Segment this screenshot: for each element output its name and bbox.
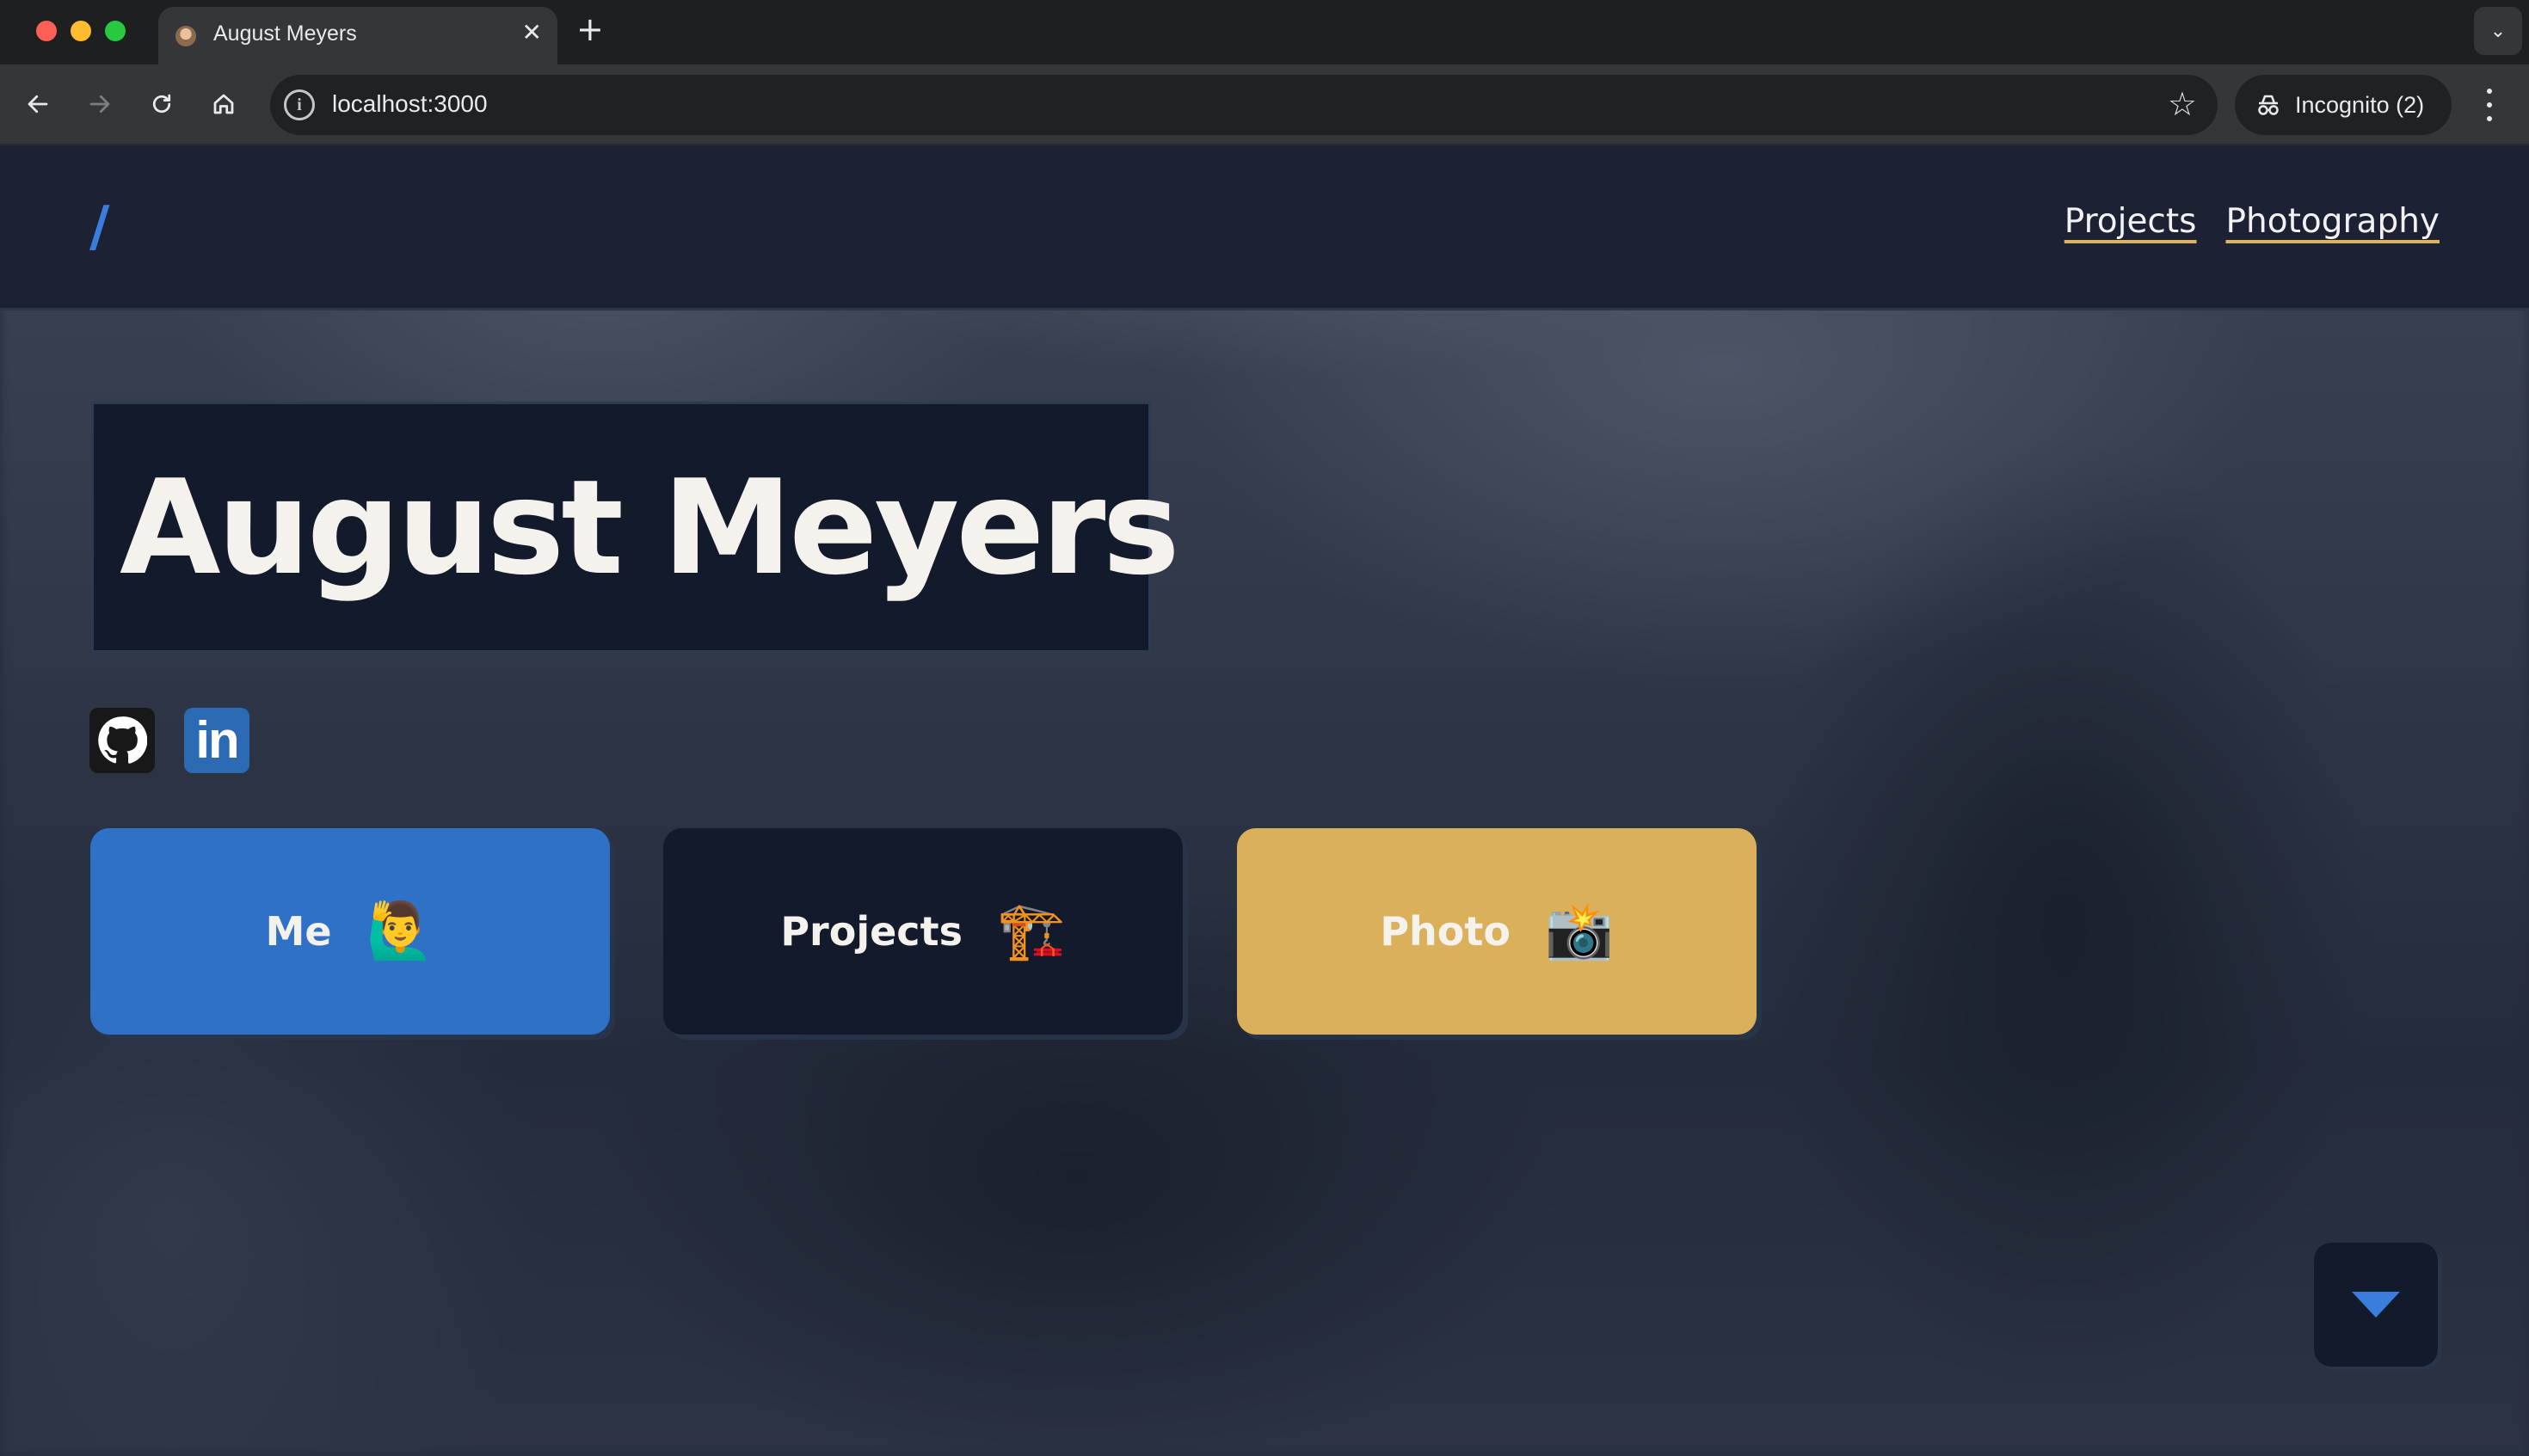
window-close-button[interactable] <box>36 21 57 41</box>
tab-close-icon[interactable]: ✕ <box>522 19 542 46</box>
camera-flash-emoji: 📸 <box>1544 900 1614 963</box>
site-nav: Projects Photography <box>2064 202 2440 241</box>
tab-search-button[interactable]: ⌄ <box>2474 7 2522 55</box>
site-header: / Projects Photography <box>0 145 2529 310</box>
card-projects[interactable]: Projects 🏗️ <box>663 828 1183 1035</box>
card-photo[interactable]: Photo 📸 <box>1237 828 1757 1035</box>
nav-link-projects[interactable]: Projects <box>2064 202 2197 241</box>
back-arrow-icon[interactable] <box>15 82 60 126</box>
raising-hand-emoji: 🙋‍♂️ <box>366 900 435 963</box>
kebab-menu-icon[interactable] <box>2471 85 2508 125</box>
browser-tab-active[interactable]: August Meyers ✕ <box>158 7 557 65</box>
linkedin-link[interactable]: in <box>184 708 249 773</box>
reload-icon[interactable] <box>139 82 184 126</box>
site-logo[interactable]: / <box>89 195 109 259</box>
new-tab-button[interactable]: + <box>576 10 604 48</box>
window-zoom-button[interactable] <box>105 21 126 41</box>
incognito-indicator[interactable]: Incognito (2) <box>2235 75 2452 135</box>
window-minimize-button[interactable] <box>71 21 91 41</box>
star-icon[interactable]: ☆ <box>2168 85 2197 123</box>
card-photo-label: Photo <box>1380 908 1511 955</box>
tab-title: August Meyers <box>213 22 357 46</box>
card-me[interactable]: Me 🙋‍♂️ <box>90 828 610 1035</box>
address-bar[interactable]: i localhost:3000 ☆ <box>270 75 2218 135</box>
incognito-label: Incognito (2) <box>2295 92 2425 118</box>
card-me-label: Me <box>265 908 332 955</box>
caret-down-icon <box>2352 1292 2400 1318</box>
address-url[interactable]: localhost:3000 <box>332 90 488 118</box>
card-projects-label: Projects <box>780 908 963 955</box>
nav-link-photography[interactable]: Photography <box>2226 202 2440 241</box>
incognito-icon <box>2258 95 2279 115</box>
hero-title-box: August Meyers <box>91 402 1180 653</box>
construction-crane-emoji: 🏗️ <box>996 900 1066 963</box>
home-icon[interactable] <box>201 82 246 126</box>
github-icon <box>98 716 147 764</box>
forward-arrow-icon[interactable] <box>77 82 122 126</box>
tab-favicon-icon <box>175 26 196 46</box>
page-viewport: / Projects Photography August Meyers in … <box>0 145 2529 1456</box>
site-info-icon[interactable]: i <box>284 89 315 120</box>
page-title: August Meyers <box>120 451 1180 604</box>
github-link[interactable] <box>89 708 155 773</box>
browser-tab-strip: August Meyers ✕ + ⌄ <box>0 0 2529 65</box>
linkedin-icon: in <box>195 711 239 769</box>
browser-toolbar: i localhost:3000 ☆ Incognito (2) <box>0 65 2529 145</box>
scroll-down-button[interactable] <box>2314 1243 2438 1367</box>
background-overlay <box>0 145 2529 1456</box>
